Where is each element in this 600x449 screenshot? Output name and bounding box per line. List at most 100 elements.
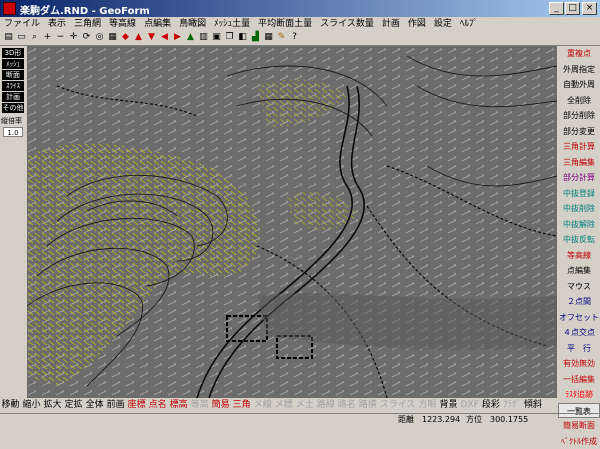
left-mode-button[interactable]: 計画 bbox=[2, 92, 24, 102]
tip-icon[interactable]: ✎ bbox=[276, 32, 287, 43]
print-icon[interactable]: ▤ bbox=[3, 32, 14, 43]
arrow-left-icon[interactable]: ◀ bbox=[159, 32, 170, 43]
menu-item[interactable]: 計画 bbox=[378, 17, 404, 31]
left-mode-button[interactable]: ﾒｯｼｭ bbox=[2, 59, 24, 69]
view-toggle-button[interactable]: 標高 bbox=[168, 398, 189, 413]
view-toggle-button[interactable]: 背景 bbox=[438, 398, 459, 413]
view-toggle-button[interactable]: 定拡 bbox=[63, 398, 84, 413]
view-toggle-button[interactable]: 段彩 bbox=[480, 398, 501, 413]
view-toggle-button[interactable]: 全体 bbox=[84, 398, 105, 413]
side-command-button[interactable]: オフセット bbox=[558, 310, 600, 326]
side-command-button[interactable]: 三角編集 bbox=[558, 155, 600, 171]
view-toggle-button[interactable]: 等高 bbox=[189, 398, 210, 413]
side-command-button[interactable]: 部分削除 bbox=[558, 108, 600, 124]
view-toggle-button[interactable]: 縮小 bbox=[21, 398, 42, 413]
side-command-button[interactable]: ﾍﾞｸﾄﾙ作成 bbox=[558, 434, 600, 449]
grid-icon[interactable]: ▦ bbox=[107, 32, 118, 43]
side-command-button[interactable]: 点編集 bbox=[558, 263, 600, 279]
side-command-button[interactable]: 三角計算 bbox=[558, 139, 600, 155]
select-icon[interactable]: ▭ bbox=[16, 32, 27, 43]
table-icon[interactable]: ▦ bbox=[263, 32, 274, 43]
side-command-button[interactable]: 等高線 bbox=[558, 248, 600, 264]
side-command-button[interactable]: 部分変更 bbox=[558, 124, 600, 140]
left-mode-button[interactable]: ｽﾗｲｽ bbox=[2, 81, 24, 91]
zoom-icon[interactable]: ⌕ bbox=[29, 32, 40, 43]
view-toggle-button[interactable]: 拡大 bbox=[42, 398, 63, 413]
view-toggle-button[interactable]: メ標 bbox=[273, 398, 294, 413]
left-mode-button[interactable]: 3D形 bbox=[2, 48, 24, 58]
view-toggle-button[interactable]: 傾斜 bbox=[522, 398, 543, 413]
side-command-button[interactable]: 中抜解除 bbox=[558, 217, 600, 233]
terrain-icon[interactable]: ▲ bbox=[185, 32, 196, 43]
view-toggle-button[interactable]: 路横 bbox=[357, 398, 378, 413]
maximize-button[interactable]: □ bbox=[565, 2, 580, 15]
menu-bar: ファイル表示三角網等高線点編集鳥瞰図ﾒｯｼｭ土量平均断面土量スライス数量計画作図… bbox=[0, 17, 600, 31]
side-command-button[interactable]: 中抜登録 bbox=[558, 186, 600, 202]
help-icon[interactable]: ? bbox=[289, 32, 300, 43]
menu-item[interactable]: 等高線 bbox=[105, 17, 140, 31]
view-toggle-button[interactable]: ﾌﾗｸﾞ bbox=[501, 398, 522, 413]
section-icon[interactable]: ▥ bbox=[198, 32, 209, 43]
side-command-button[interactable]: 中抜削除 bbox=[558, 201, 600, 217]
side-command-button[interactable]: ２点間 bbox=[558, 294, 600, 310]
side-command-button[interactable]: 一括編集 bbox=[558, 372, 600, 388]
left-mode-button[interactable]: その他 bbox=[2, 103, 24, 113]
minimize-button[interactable]: _ bbox=[549, 2, 564, 15]
side-command-button[interactable]: ４点交点 bbox=[558, 325, 600, 341]
menu-item[interactable]: ファイル bbox=[0, 17, 44, 31]
side-command-button[interactable]: 自動外周 bbox=[558, 77, 600, 93]
arrow-right-icon[interactable]: ▶ bbox=[172, 32, 183, 43]
arrow-up-icon[interactable]: ▲ bbox=[133, 32, 144, 43]
arrow-down-icon[interactable]: ▼ bbox=[146, 32, 157, 43]
view-toggle-button[interactable]: 前画 bbox=[105, 398, 126, 413]
menu-item[interactable]: ﾍﾙﾌﾟ bbox=[456, 17, 482, 31]
layer-icon[interactable]: ◧ bbox=[237, 32, 248, 43]
view-toggle-button[interactable]: メ線 bbox=[252, 398, 273, 413]
view-toggle-button[interactable]: 簡易 bbox=[210, 398, 231, 413]
left-mode-button[interactable]: 断面 bbox=[2, 70, 24, 80]
view-toggle-button[interactable]: 路線 bbox=[315, 398, 336, 413]
view-toggle-button[interactable]: 三角 bbox=[231, 398, 252, 413]
menu-item[interactable]: スライス数量 bbox=[316, 17, 378, 31]
terrain-view[interactable] bbox=[27, 46, 557, 398]
menu-item[interactable]: 点編集 bbox=[140, 17, 175, 31]
view-toggle-button[interactable]: メ土 bbox=[294, 398, 315, 413]
side-command-button[interactable]: 全削除 bbox=[558, 93, 600, 109]
view-icon[interactable]: ◎ bbox=[94, 32, 105, 43]
zoom-value[interactable]: 1.0 bbox=[3, 127, 23, 137]
view-toggle-button[interactable]: 点名 bbox=[147, 398, 168, 413]
side-command-button[interactable]: 中抜反転 bbox=[558, 232, 600, 248]
chart-icon[interactable]: ▟ bbox=[250, 32, 261, 43]
terrain-canvas[interactable] bbox=[27, 46, 557, 398]
window-icon[interactable]: ▣ bbox=[211, 32, 222, 43]
view-toggle-button[interactable]: 路名 bbox=[336, 398, 357, 413]
zoom-out-icon[interactable]: − bbox=[55, 32, 66, 43]
view-toggle-button[interactable]: 方眼 bbox=[417, 398, 438, 413]
view-toggle-button[interactable]: 移動 bbox=[0, 398, 21, 413]
menu-item[interactable]: 平均断面土量 bbox=[254, 17, 316, 31]
title-bar: 楽駒ダム.RND - GeoForm _ □ × bbox=[0, 0, 600, 17]
menu-item[interactable]: 鳥瞰図 bbox=[175, 17, 210, 31]
rotate-icon[interactable]: ⟳ bbox=[81, 32, 92, 43]
side-command-button[interactable]: マウス bbox=[558, 279, 600, 295]
menu-item[interactable]: 三角網 bbox=[70, 17, 105, 31]
side-command-button[interactable]: 平 行 bbox=[558, 341, 600, 357]
app-icon[interactable] bbox=[3, 2, 16, 15]
side-command-button[interactable]: 重複点 bbox=[558, 46, 600, 62]
side-command-button[interactable]: 部分計算 bbox=[558, 170, 600, 186]
toolbar: ▤ ▭ ⌕ + − ✛ ⟳ ◎ ▦ ◆ ▲ ▼ ◀ ▶ ▲ ▥ ▣ ❐ ◧ ▟ … bbox=[0, 31, 600, 46]
close-button[interactable]: × bbox=[582, 2, 597, 15]
menu-item[interactable]: 設定 bbox=[430, 17, 456, 31]
side-command-button[interactable]: 有効無効 bbox=[558, 356, 600, 372]
copy-icon[interactable]: ❐ bbox=[224, 32, 235, 43]
menu-item[interactable]: ﾒｯｼｭ土量 bbox=[210, 17, 254, 31]
view-toggle-button[interactable]: スライス bbox=[378, 398, 417, 413]
zoom-in-icon[interactable]: + bbox=[42, 32, 53, 43]
menu-item[interactable]: 表示 bbox=[44, 17, 70, 31]
pan-icon[interactable]: ✛ bbox=[68, 32, 79, 43]
side-command-button[interactable]: 外周指定 bbox=[558, 62, 600, 78]
view-toggle-button[interactable]: 座標 bbox=[126, 398, 147, 413]
cube-icon[interactable]: ◆ bbox=[120, 32, 131, 43]
view-toggle-button[interactable]: DXF bbox=[459, 398, 480, 413]
menu-item[interactable]: 作図 bbox=[404, 17, 430, 31]
